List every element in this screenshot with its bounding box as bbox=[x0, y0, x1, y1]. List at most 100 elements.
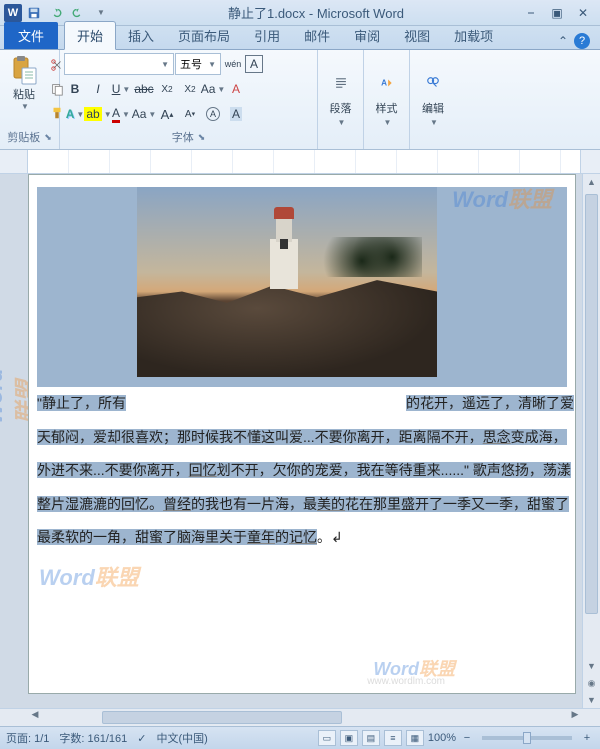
char-border-icon[interactable]: A bbox=[245, 55, 263, 73]
help-icon[interactable]: ? bbox=[574, 33, 590, 49]
bold-button[interactable]: B bbox=[64, 78, 86, 100]
tab-view[interactable]: 视图 bbox=[392, 22, 442, 49]
clipboard-group-label: 剪贴板⬊ bbox=[4, 127, 55, 147]
scroll-thumb[interactable] bbox=[585, 194, 598, 614]
minimize-icon[interactable]: ⎯ bbox=[522, 6, 540, 20]
underline-button[interactable]: U▼ bbox=[110, 78, 132, 100]
zoom-out-icon[interactable]: − bbox=[460, 732, 474, 744]
qat-dropdown-icon[interactable]: ▼ bbox=[90, 3, 110, 23]
group-editing: 编辑 ▼ bbox=[410, 50, 456, 149]
chevron-down-icon: ▼ bbox=[338, 118, 346, 127]
clear-format-button[interactable]: A bbox=[225, 78, 247, 100]
change-case-button[interactable]: Aa▼ bbox=[202, 78, 224, 100]
tab-review[interactable]: 审阅 bbox=[342, 22, 392, 49]
highlight-button[interactable]: ab▼ bbox=[87, 103, 109, 125]
paragraph-icon[interactable] bbox=[326, 68, 356, 98]
document-viewport: Word联盟 "静止了，所有的花开，遥远了，清晰了爱 天郁闷，爱却很喜欢；那时候… bbox=[0, 174, 600, 708]
document-page[interactable]: "静止了，所有的花开，遥远了，清晰了爱 天郁闷，爱却很喜欢；那时候我不懂这叫爱.… bbox=[28, 174, 576, 694]
shrink-font-button[interactable]: A▾ bbox=[179, 103, 201, 125]
horizontal-scrollbar[interactable]: ◀ ▶ bbox=[0, 708, 600, 726]
ruler-toggle-icon[interactable] bbox=[580, 150, 600, 173]
status-bar: 页面: 1/1 字数: 161/161 ✓ 中文(中国) ▭ ▣ ▤ ≡ ▦ 1… bbox=[0, 726, 600, 749]
draft-view-icon[interactable]: ▦ bbox=[406, 730, 424, 746]
scroll-left-icon[interactable]: ◀ bbox=[28, 709, 42, 726]
tab-file[interactable]: 文件 bbox=[4, 22, 58, 49]
dialog-launcher-icon[interactable]: ⬊ bbox=[198, 132, 206, 143]
paragraph-label: 段落 bbox=[330, 100, 352, 116]
zoom-handle[interactable] bbox=[523, 732, 531, 744]
status-words[interactable]: 字数: 161/161 bbox=[59, 730, 127, 746]
italic-button[interactable]: I bbox=[87, 78, 109, 100]
close-icon[interactable]: ✕ bbox=[574, 6, 592, 20]
char-scaling-button[interactable]: A bbox=[225, 103, 247, 125]
tab-layout[interactable]: 页面布局 bbox=[166, 22, 242, 49]
svg-text:A: A bbox=[381, 78, 387, 87]
group-font: ▼ 五号▼ wén A B I U▼ abc X2 X2 Aa▼ A A▼ ab… bbox=[60, 50, 318, 149]
tab-addins[interactable]: 加载项 bbox=[442, 22, 505, 49]
grow-font-button[interactable]: A▴ bbox=[156, 103, 178, 125]
prev-page-icon[interactable]: ◉ bbox=[583, 675, 600, 691]
next-page-icon[interactable]: ▼ bbox=[583, 692, 600, 708]
window-controls: ⎯ ▣ ✕ bbox=[522, 6, 600, 20]
ribbon-help-area: ⌃ ? bbox=[558, 33, 600, 49]
phonetic-guide-icon[interactable]: wén bbox=[222, 53, 244, 75]
redo-icon[interactable] bbox=[68, 3, 88, 23]
ruler-area bbox=[0, 150, 600, 174]
dialog-launcher-icon[interactable]: ⬊ bbox=[44, 132, 52, 143]
chevron-down-icon: ▼ bbox=[384, 118, 392, 127]
horizontal-ruler[interactable] bbox=[28, 150, 580, 173]
hscroll-thumb[interactable] bbox=[102, 711, 342, 724]
chevron-down-icon: ▼ bbox=[430, 118, 438, 127]
paste-button[interactable]: 粘贴 ▼ bbox=[4, 52, 44, 113]
char-shading-button[interactable]: Aa▼ bbox=[133, 103, 155, 125]
paste-icon bbox=[8, 54, 40, 86]
vertical-ruler[interactable]: Word联盟 bbox=[0, 174, 28, 708]
scroll-right-icon[interactable]: ▶ bbox=[568, 709, 582, 726]
group-styles: A 样式 ▼ bbox=[364, 50, 410, 149]
strike-button[interactable]: abc bbox=[133, 78, 155, 100]
text-effects-button[interactable]: A▼ bbox=[64, 103, 86, 125]
font-name-select[interactable]: ▼ bbox=[64, 53, 174, 75]
window-title: 静止了1.docx - Microsoft Word bbox=[110, 3, 522, 22]
minimize-ribbon-icon[interactable]: ⌃ bbox=[558, 34, 568, 48]
styles-icon[interactable]: A bbox=[372, 68, 402, 98]
document-scroll-area[interactable]: "静止了，所有的花开，遥远了，清晰了爱 天郁闷，爱却很喜欢；那时候我不懂这叫爱.… bbox=[28, 174, 582, 708]
font-group-label: 字体⬊ bbox=[64, 127, 313, 147]
chevron-down-icon: ▼ bbox=[21, 102, 29, 111]
status-page[interactable]: 页面: 1/1 bbox=[6, 730, 49, 746]
tab-home[interactable]: 开始 bbox=[64, 21, 116, 50]
fullscreen-view-icon[interactable]: ▣ bbox=[340, 730, 358, 746]
restore-icon[interactable]: ▣ bbox=[548, 6, 566, 20]
status-language[interactable]: 中文(中国) bbox=[157, 730, 208, 746]
tab-insert[interactable]: 插入 bbox=[116, 22, 166, 49]
word-app-icon[interactable]: W bbox=[4, 4, 22, 22]
vertical-scrollbar[interactable]: ▲ ▼ ◉ ▼ bbox=[582, 174, 600, 708]
scroll-up-icon[interactable]: ▲ bbox=[583, 174, 600, 190]
scroll-down-icon[interactable]: ▼ bbox=[583, 658, 600, 674]
outline-view-icon[interactable]: ≡ bbox=[384, 730, 402, 746]
document-image[interactable] bbox=[137, 187, 437, 377]
ribbon-tabs: 文件 开始 插入 页面布局 引用 邮件 审阅 视图 加载项 ⌃ ? bbox=[0, 26, 600, 50]
zoom-in-icon[interactable]: + bbox=[580, 732, 594, 744]
font-color-button[interactable]: A▼ bbox=[110, 103, 132, 125]
subscript-button[interactable]: X2 bbox=[156, 78, 178, 100]
group-paragraph: 段落 ▼ bbox=[318, 50, 364, 149]
tab-mail[interactable]: 邮件 bbox=[292, 22, 342, 49]
zoom-slider[interactable] bbox=[482, 736, 572, 740]
tab-references[interactable]: 引用 bbox=[242, 22, 292, 49]
undo-icon[interactable] bbox=[46, 3, 66, 23]
document-body-text[interactable]: "静止了，所有的花开，遥远了，清晰了爱 天郁闷，爱却很喜欢；那时候我不懂这叫爱.… bbox=[37, 387, 567, 555]
print-layout-view-icon[interactable]: ▭ bbox=[318, 730, 336, 746]
ribbon: 粘贴 ▼ 剪贴板⬊ ▼ 五号▼ wén A B I U▼ bbox=[0, 50, 600, 150]
font-size-select[interactable]: 五号▼ bbox=[175, 53, 221, 75]
save-icon[interactable] bbox=[24, 3, 44, 23]
status-proofing-icon[interactable]: ✓ bbox=[137, 732, 146, 745]
superscript-button[interactable]: X2 bbox=[179, 78, 201, 100]
group-clipboard: 粘贴 ▼ 剪贴板⬊ bbox=[0, 50, 60, 149]
enclose-char-button[interactable]: A bbox=[202, 103, 224, 125]
status-zoom-value[interactable]: 100% bbox=[428, 732, 456, 744]
web-layout-view-icon[interactable]: ▤ bbox=[362, 730, 380, 746]
quick-access-toolbar: W ▼ bbox=[0, 3, 110, 23]
styles-label: 样式 bbox=[376, 100, 398, 116]
find-icon[interactable] bbox=[418, 68, 448, 98]
